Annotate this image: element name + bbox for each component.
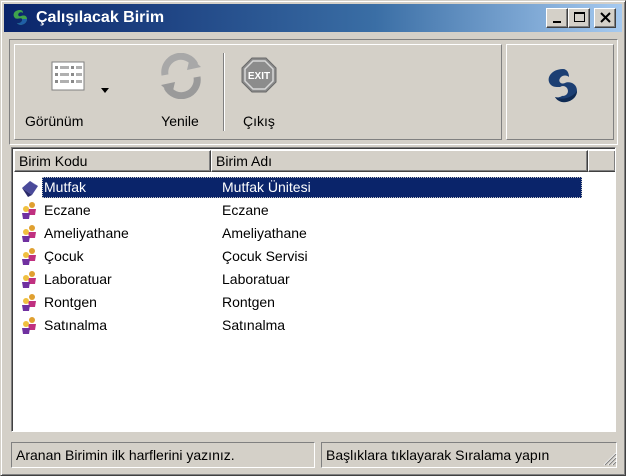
column-header-filler xyxy=(588,150,615,172)
unit-people-icon xyxy=(20,270,40,290)
view-list-icon xyxy=(51,61,85,91)
title-bar[interactable]: Çalışılacak Birim xyxy=(4,4,622,32)
list-item[interactable]: Laboratuar Laboratuar xyxy=(14,268,614,291)
exit-button[interactable]: EXIT Çıkış xyxy=(229,51,289,135)
unit-people-icon xyxy=(20,316,40,336)
cell-unit-code: Çocuk xyxy=(44,248,84,264)
cell-unit-code: Satınalma xyxy=(44,317,108,333)
minimize-icon xyxy=(553,21,561,23)
unit-people-icon xyxy=(20,224,40,244)
cell-unit-name: Satınalma xyxy=(222,317,286,333)
exit-stop-icon: EXIT xyxy=(241,57,277,93)
brand-logo-icon xyxy=(541,67,581,115)
close-button[interactable] xyxy=(594,8,616,28)
view-button[interactable]: Görünüm xyxy=(23,51,139,135)
list-item[interactable]: Çocuk Çocuk Servisi xyxy=(14,245,614,268)
cell-unit-name: Laboratuar xyxy=(222,271,290,287)
app-logo-icon xyxy=(10,8,30,28)
unit-people-icon xyxy=(20,293,40,313)
toolbar-separator xyxy=(223,53,225,131)
status-bar: Aranan Birimin ilk harflerini yazınız. B… xyxy=(11,442,619,468)
refresh-icon xyxy=(157,52,205,100)
exit-button-label: Çıkış xyxy=(243,113,275,129)
dropdown-arrow-icon[interactable] xyxy=(101,81,109,97)
cell-unit-code: Mutfak xyxy=(44,179,87,195)
maximize-icon xyxy=(574,12,585,22)
list-body: Mutfak Mutfak Ünitesi Eczane Eczane Amel… xyxy=(14,176,614,337)
cell-unit-name: Eczane xyxy=(222,202,269,218)
cell-unit-code: Eczane xyxy=(44,202,91,218)
cell-unit-name: Ameliyathane xyxy=(222,225,307,241)
view-button-label: Görünüm xyxy=(25,113,84,129)
maximize-button[interactable] xyxy=(568,8,590,28)
toolbar-button-group: Görünüm Yenile EXIT Çıkış xyxy=(14,44,502,140)
unit-people-icon xyxy=(20,247,40,267)
unit-list[interactable]: Birim Kodu Birim Adı Mutfak Mutfak Ünite… xyxy=(11,147,616,432)
app-window: Çalışılacak Birim Görünüm Yenile EXIT Çı… xyxy=(0,0,626,476)
status-hint-sort: Başlıklara tıklayarak Sıralama yapın xyxy=(321,442,617,468)
brand-logo-panel xyxy=(506,44,614,140)
list-header: Birim Kodu Birim Adı xyxy=(14,150,615,172)
list-item[interactable]: Rontgen Rontgen xyxy=(14,291,614,314)
cell-unit-name: Mutfak Ünitesi xyxy=(222,179,311,195)
toolbar: Görünüm Yenile EXIT Çıkış xyxy=(9,39,618,145)
exit-icon-text: EXIT xyxy=(248,71,270,82)
cell-unit-name: Rontgen xyxy=(222,294,275,310)
refresh-button[interactable]: Yenile xyxy=(143,51,217,135)
unit-people-icon xyxy=(20,201,40,221)
cell-unit-code: Ameliyathane xyxy=(44,225,129,241)
cell-unit-code: Rontgen xyxy=(44,294,97,310)
cell-unit-code: Laboratuar xyxy=(44,271,112,287)
list-item[interactable]: Eczane Eczane xyxy=(14,199,614,222)
status-hint-search: Aranan Birimin ilk harflerini yazınız. xyxy=(11,442,315,468)
column-header-unit-code[interactable]: Birim Kodu xyxy=(14,150,211,172)
resize-grip-icon[interactable] xyxy=(603,452,617,466)
cell-unit-name: Çocuk Servisi xyxy=(222,248,308,264)
list-item[interactable]: Ameliyathane Ameliyathane xyxy=(14,222,614,245)
unit-selected-icon xyxy=(20,178,40,198)
minimize-button[interactable] xyxy=(546,8,568,28)
column-header-unit-name[interactable]: Birim Adı xyxy=(211,150,588,172)
refresh-button-label: Yenile xyxy=(161,113,199,129)
selection-highlight xyxy=(42,177,582,198)
list-item[interactable]: Mutfak Mutfak Ünitesi xyxy=(14,176,614,199)
close-icon xyxy=(600,12,611,23)
list-item[interactable]: Satınalma Satınalma xyxy=(14,314,614,337)
window-title: Çalışılacak Birim xyxy=(36,9,165,26)
